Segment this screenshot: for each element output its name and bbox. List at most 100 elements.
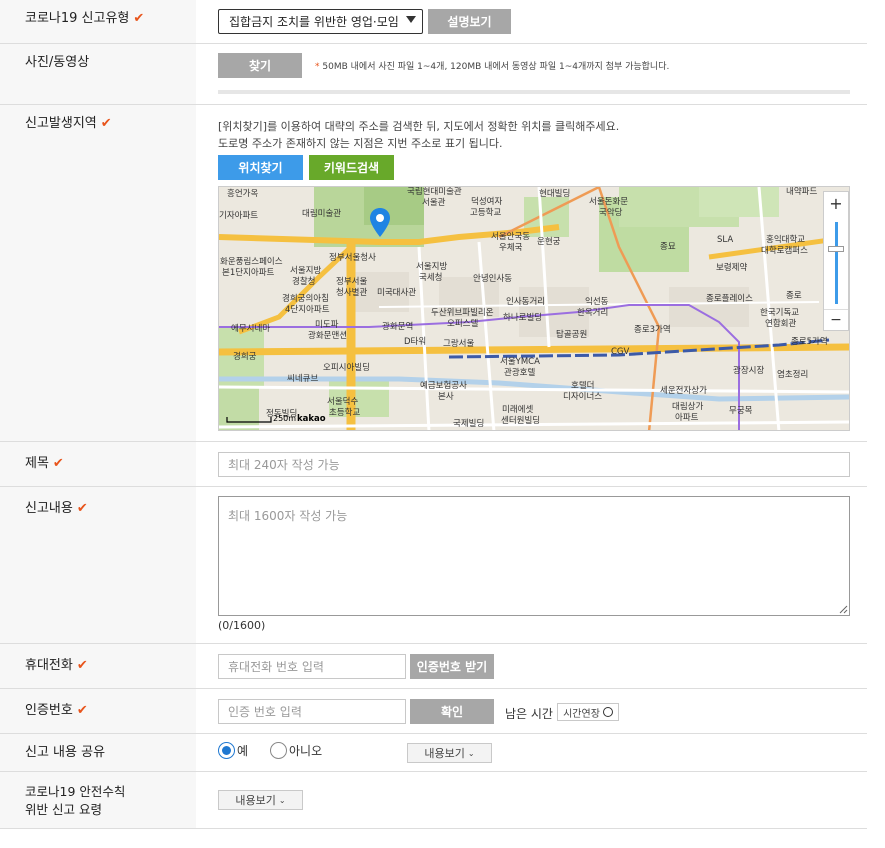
share-no-label: 아니오	[289, 744, 323, 758]
map-label: 광장시장	[733, 366, 765, 376]
guide-view-label: 내용보기	[235, 794, 276, 807]
guide-label-line1: 코로나19 안전수칙	[25, 784, 126, 799]
map-label: 서울지방	[416, 262, 448, 272]
map-label: 하나로빌딩	[503, 313, 543, 323]
resize-handle-icon[interactable]	[839, 605, 848, 614]
map-label: 서울관	[422, 198, 446, 208]
location-marker-icon[interactable]	[369, 207, 391, 239]
map-label: 디자이너스	[563, 392, 603, 402]
media-note: * 50MB 내에서 사진 파일 1~4개, 120MB 내에서 동영상 파일 …	[315, 59, 669, 72]
map-label: 국제빌딩	[453, 419, 485, 429]
zoom-out-button[interactable]: −	[824, 309, 848, 329]
map[interactable]: 흥언가옥 국립현대미술관 서울관 덕성여자 고등학교 현대빌딩 서울돈화문 국악…	[218, 186, 850, 431]
map-label: 초등학교	[329, 408, 361, 418]
zoom-in-button[interactable]: +	[824, 194, 848, 214]
note-star: *	[315, 62, 320, 72]
content-label-text: 신고내용	[25, 501, 73, 516]
report-type-label: 코로나19 신고유형 ✔	[0, 0, 196, 43]
map-label: 광화문맨션	[308, 331, 348, 341]
find-file-button[interactable]: 찾기	[218, 53, 302, 78]
required-check-icon: ✔	[76, 501, 88, 516]
extend-time-button[interactable]: 시간연장	[557, 703, 619, 721]
share-no-option[interactable]: 아니오	[270, 742, 322, 759]
map-label: 종로	[786, 291, 802, 301]
media-row: 사진/동영상 찾기 * 50MB 내에서 사진 파일 1~4개, 120MB 내…	[0, 44, 867, 105]
map-label: 현대빌딩	[539, 189, 571, 199]
map-label: 정부서울	[336, 277, 368, 287]
map-label: 우체국	[499, 243, 523, 253]
report-type-select[interactable]: 집합금지 조치를 위반한 영업·모임	[218, 9, 423, 34]
share-yes-option[interactable]: 예	[218, 742, 248, 759]
map-label: 화운풍림스페이스	[220, 257, 283, 267]
confirm-button[interactable]: 확인	[410, 699, 494, 724]
map-label: 염초정리	[777, 370, 809, 380]
map-label: 종로플레이스	[706, 294, 753, 304]
map-label: 국악당	[599, 208, 623, 218]
share-view-button[interactable]: 내용보기 ⌄	[407, 743, 492, 763]
title-input[interactable]: 최대 240자 작성 가능	[218, 452, 850, 477]
map-label: 서울덕수	[327, 397, 359, 407]
report-form: 코로나19 신고유형 ✔ 집합금지 조치를 위반한 영업·모임 설명보기 사진/동…	[0, 0, 867, 829]
map-label: 오피스텔	[447, 319, 479, 329]
map-label: 서울돈화문	[589, 197, 629, 207]
guide-content: 내용보기 ⌄	[196, 772, 867, 828]
map-label: 아파트	[675, 413, 699, 423]
guide-view-button[interactable]: 내용보기 ⌄	[218, 790, 303, 810]
map-label: 경찰청	[292, 277, 316, 287]
map-label: 운현궁	[537, 237, 561, 247]
share-no-radio[interactable]	[270, 742, 287, 759]
guide-label-line2: 위반 신고 요령	[25, 802, 102, 817]
content-textarea[interactable]: 최대 1600자 작성 가능	[218, 496, 850, 616]
auth-label-text: 인증번호	[25, 703, 73, 718]
map-label: 정부서울청사	[329, 253, 376, 263]
zoom-slider-handle[interactable]	[828, 246, 844, 252]
map-label: 두산위브파빌리온	[431, 308, 494, 318]
title-content: 최대 240자 작성 가능	[196, 442, 867, 486]
request-code-button[interactable]: 인증번호 받기	[410, 654, 494, 679]
find-location-button[interactable]: 위치찾기	[218, 155, 303, 180]
map-label: 서울지방	[290, 266, 322, 276]
content-row: 신고내용 ✔ 최대 1600자 작성 가능 (0/1600)	[0, 487, 867, 644]
report-type-content: 집합금지 조치를 위반한 영업·모임 설명보기	[196, 0, 867, 43]
map-label: 경희궁	[233, 352, 257, 362]
map-label: 국립현대미술관	[407, 187, 462, 197]
map-label: 미국대사관	[377, 288, 417, 298]
chevron-down-icon	[406, 16, 416, 23]
phone-content: 휴대전화 번호 입력 인증번호 받기	[196, 644, 867, 688]
media-label-text: 사진/동영상	[25, 55, 90, 70]
map-label: 서울YMCA	[500, 357, 540, 367]
map-label: 고등학교	[470, 208, 502, 218]
map-label: 대림상가	[672, 402, 704, 412]
chevron-down-icon: ⌄	[278, 795, 286, 805]
auth-code-input[interactable]: 인증 번호 입력	[218, 699, 406, 724]
zoom-track	[835, 222, 838, 304]
map-label: 보령제약	[716, 263, 748, 273]
map-label: 국세청	[419, 273, 443, 283]
map-label: 씨네큐브	[287, 374, 319, 384]
map-label: 홍익대학교	[766, 235, 806, 245]
auth-content: 인증 번호 입력 확인 남은 시간 : 시간연장	[196, 689, 867, 733]
title-label: 제목 ✔	[0, 442, 196, 486]
map-label: 청사별관	[336, 288, 368, 298]
clock-icon	[602, 707, 613, 717]
keyword-search-button[interactable]: 키워드검색	[309, 155, 394, 180]
map-label: 본1단지아파트	[222, 268, 275, 278]
map-label: 흥언가옥	[227, 189, 259, 199]
report-type-selected: 집합금지 조치를 위반한 영업·모임	[229, 15, 399, 29]
extend-time-label: 시간연장	[563, 708, 600, 720]
location-label: 신고발생지역 ✔	[0, 105, 196, 441]
media-content: 찾기 * 50MB 내에서 사진 파일 1~4개, 120MB 내에서 동영상 …	[196, 44, 867, 104]
content-label: 신고내용 ✔	[0, 487, 196, 643]
title-label-text: 제목	[25, 456, 49, 471]
required-check-icon: ✔	[52, 456, 64, 471]
content-area: 최대 1600자 작성 가능 (0/1600)	[196, 487, 867, 643]
map-label: 경희궁의아침	[282, 294, 329, 304]
zoom-control: + −	[823, 191, 849, 331]
share-yes-radio[interactable]	[218, 742, 235, 759]
phone-input[interactable]: 휴대전화 번호 입력	[218, 654, 406, 679]
map-label: 인사동거리	[506, 297, 546, 307]
location-help-line2: 도로명 주소가 존재하지 않는 지점은 지번 주소로 표기 됩니다.	[218, 137, 503, 150]
explain-button[interactable]: 설명보기	[428, 9, 511, 34]
title-row: 제목 ✔ 최대 240자 작성 가능	[0, 442, 867, 487]
location-label-text: 신고발생지역	[25, 116, 97, 131]
